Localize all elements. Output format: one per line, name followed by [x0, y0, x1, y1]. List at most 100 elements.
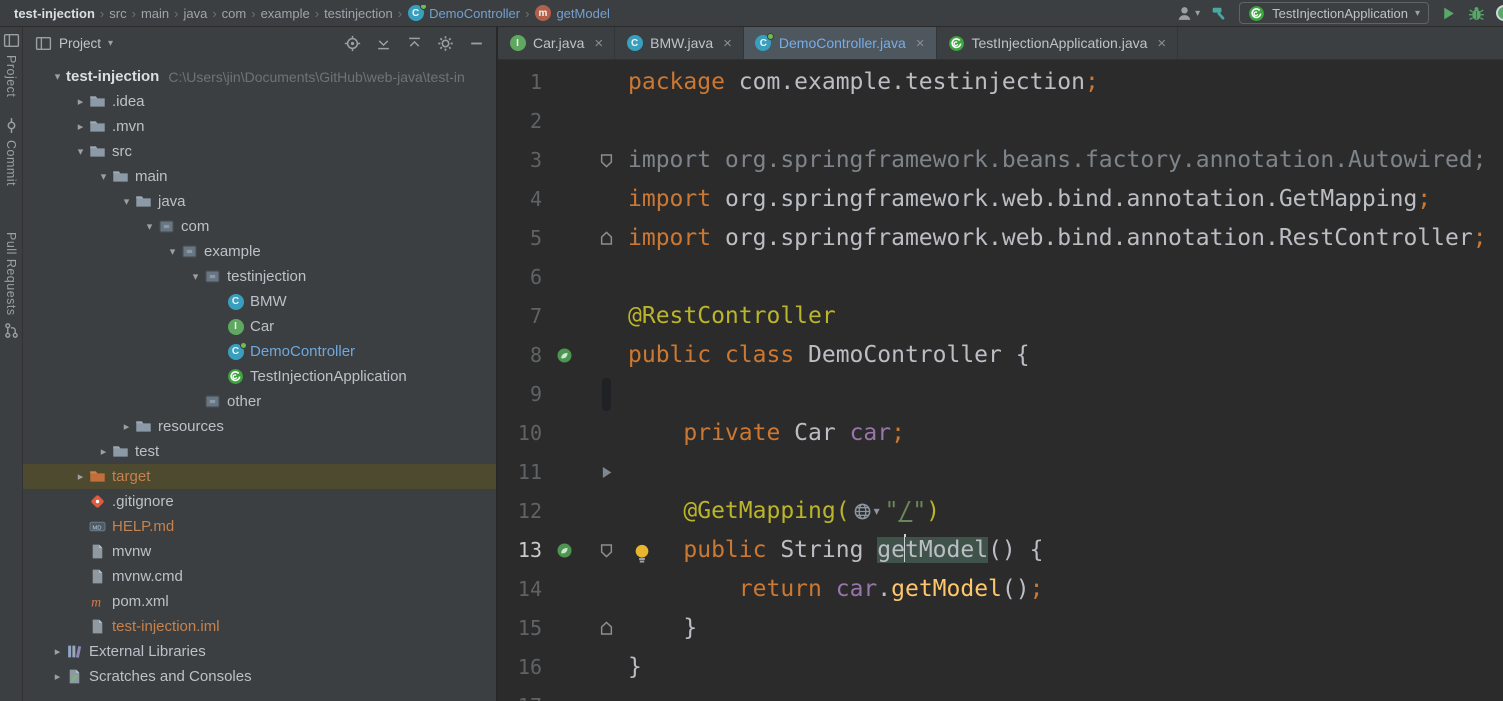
- tool-stripe-item[interactable]: Commit: [4, 140, 18, 186]
- breadcrumb-item[interactable]: example: [257, 6, 314, 21]
- tree-row[interactable]: ▸ resources: [23, 414, 496, 439]
- panel-title[interactable]: Project: [59, 36, 101, 51]
- breadcrumb-item[interactable]: test-injection: [10, 6, 99, 21]
- hide-panel-button[interactable]: [464, 32, 488, 56]
- tree-row[interactable]: ▸ test: [23, 439, 496, 464]
- tree-row[interactable]: ▾ main: [23, 164, 496, 189]
- tree-row[interactable]: ▾ src: [23, 139, 496, 164]
- tree-row[interactable]: ▸ External Libraries: [23, 639, 496, 664]
- code-line[interactable]: 2: [498, 102, 1503, 141]
- code-line[interactable]: 6: [498, 258, 1503, 297]
- code-line[interactable]: 9: [498, 375, 1503, 414]
- tree-row[interactable]: ▾ test-injection C:\Users\jin\Documents\Gi…: [23, 64, 496, 89]
- breadcrumb-item[interactable]: testinjection: [320, 6, 397, 21]
- chevron-down-icon[interactable]: ▾: [108, 38, 113, 49]
- tree-row[interactable]: m pom.xml: [23, 589, 496, 614]
- tool-stripe-item[interactable]: Pull Requests: [4, 232, 18, 316]
- chevron-right-icon[interactable]: ▸: [118, 420, 135, 433]
- tree-row[interactable]: I Car: [23, 314, 496, 339]
- chevron-down-icon[interactable]: ▾: [118, 195, 135, 208]
- intention-bulb-icon[interactable]: [631, 539, 653, 563]
- tree-row[interactable]: test-injection.iml: [23, 614, 496, 639]
- run-button[interactable]: [1440, 5, 1457, 22]
- chevron-down-icon[interactable]: ▾: [95, 170, 112, 183]
- chevron-down-icon[interactable]: ▾: [72, 145, 89, 158]
- run-config-select[interactable]: TestInjectionApplication ▾: [1239, 2, 1429, 24]
- tree-row[interactable]: ▾ example: [23, 239, 496, 264]
- fold-end-icon[interactable]: [598, 230, 615, 247]
- tree-row[interactable]: C BMW: [23, 289, 496, 314]
- chevron-right-icon[interactable]: ▸: [72, 95, 89, 108]
- chevron-right-icon[interactable]: ▸: [49, 645, 66, 658]
- tree-row[interactable]: ▾ java: [23, 189, 496, 214]
- breadcrumb-item[interactable]: main: [137, 6, 173, 21]
- close-icon[interactable]: ×: [1157, 36, 1166, 51]
- tree-row[interactable]: C DemoController: [23, 339, 496, 364]
- editor-tab[interactable]: TestInjectionApplication.java ×: [937, 27, 1179, 59]
- code-editor[interactable]: 1 package com.example.testinjection; 2 3 imp…: [498, 60, 1503, 701]
- tree-row[interactable]: ▸ .idea: [23, 89, 496, 114]
- code-line[interactable]: 14 return car.getModel();: [498, 570, 1503, 609]
- tree-row[interactable]: ▾ com: [23, 214, 496, 239]
- tree-row[interactable]: ▾ testinjection: [23, 264, 496, 289]
- code-line[interactable]: 4 import org.springframework.web.bind.ann…: [498, 180, 1503, 219]
- collapse-all-button[interactable]: [402, 32, 426, 56]
- breadcrumb-item[interactable]: java: [179, 6, 211, 21]
- tree-row[interactable]: MD HELP.md: [23, 514, 496, 539]
- tree-row[interactable]: mvnw.cmd: [23, 564, 496, 589]
- code-line[interactable]: 16}: [498, 648, 1503, 687]
- pull-request-icon[interactable]: [3, 322, 20, 339]
- code-line[interactable]: 5 import org.springframework.web.bind.ann…: [498, 219, 1503, 258]
- close-icon[interactable]: ×: [594, 36, 603, 51]
- tool-window-icon[interactable]: [3, 32, 20, 49]
- code-line[interactable]: 1 package com.example.testinjection;: [498, 63, 1503, 102]
- chevron-right-icon[interactable]: ▸: [49, 670, 66, 683]
- clipped-icon[interactable]: [1496, 5, 1503, 21]
- close-icon[interactable]: ×: [723, 36, 732, 51]
- build-hammer-icon[interactable]: [1211, 5, 1228, 22]
- code-line[interactable]: 10 private Car car;: [498, 414, 1503, 453]
- locate-file-button[interactable]: [340, 32, 364, 56]
- tree-row[interactable]: ▸ target: [23, 464, 496, 489]
- chevron-right-icon[interactable]: ▸: [72, 470, 89, 483]
- close-icon[interactable]: ×: [916, 36, 925, 51]
- chevron-down-icon[interactable]: ▾: [49, 70, 66, 83]
- panel-settings-button[interactable]: [433, 32, 457, 56]
- chevron-down-icon[interactable]: ▾: [141, 220, 158, 233]
- code-line[interactable]: 7 @RestController: [498, 297, 1503, 336]
- code-line[interactable]: 17: [498, 687, 1503, 701]
- tree-row[interactable]: ▸ Scratches and Consoles: [23, 664, 496, 689]
- spring-bean-icon[interactable]: [556, 347, 573, 364]
- chevron-down-icon[interactable]: ▾: [164, 245, 181, 258]
- breadcrumb-item[interactable]: src: [105, 6, 130, 21]
- tree-row[interactable]: mvnw: [23, 539, 496, 564]
- code-line[interactable]: 8 public class DemoController {: [498, 336, 1503, 375]
- chevron-right-icon[interactable]: ▸: [95, 445, 112, 458]
- fold-end-icon[interactable]: [598, 620, 615, 637]
- fold-start-icon[interactable]: [598, 152, 615, 169]
- user-button[interactable]: ▾: [1176, 5, 1200, 22]
- editor-tab[interactable]: I Car.java ×: [498, 27, 616, 59]
- fold-start-icon[interactable]: [598, 542, 615, 559]
- tree-row[interactable]: .gitignore: [23, 489, 496, 514]
- code-line[interactable]: 12 @GetMapping(▾ "/"): [498, 492, 1503, 531]
- tree-row[interactable]: TestInjectionApplication: [23, 364, 496, 389]
- breadcrumb-item[interactable]: C DemoController: [403, 4, 524, 22]
- expand-all-button[interactable]: [371, 32, 395, 56]
- editor-tab[interactable]: C BMW.java ×: [615, 27, 744, 59]
- tree-row[interactable]: ▸ .mvn: [23, 114, 496, 139]
- breadcrumb-item[interactable]: m getModel: [530, 5, 613, 22]
- tree-row[interactable]: other: [23, 389, 496, 414]
- url-inlay-hint[interactable]: ▾: [853, 492, 880, 531]
- breadcrumb-item[interactable]: com: [218, 6, 251, 21]
- chevron-right-icon[interactable]: ▸: [72, 120, 89, 133]
- commit-icon[interactable]: [3, 117, 20, 134]
- chevron-down-icon[interactable]: ▾: [187, 270, 204, 283]
- tool-stripe-item[interactable]: Project: [4, 55, 18, 97]
- code-line[interactable]: 3 import org.springframework.beans.factor…: [498, 141, 1503, 180]
- code-line[interactable]: 11: [498, 453, 1503, 492]
- code-line[interactable]: 15 }: [498, 609, 1503, 648]
- code-line[interactable]: 13 public String getModel() {: [498, 531, 1503, 570]
- gutter-arrow-icon[interactable]: [598, 464, 615, 481]
- spring-bean-icon[interactable]: [556, 542, 573, 559]
